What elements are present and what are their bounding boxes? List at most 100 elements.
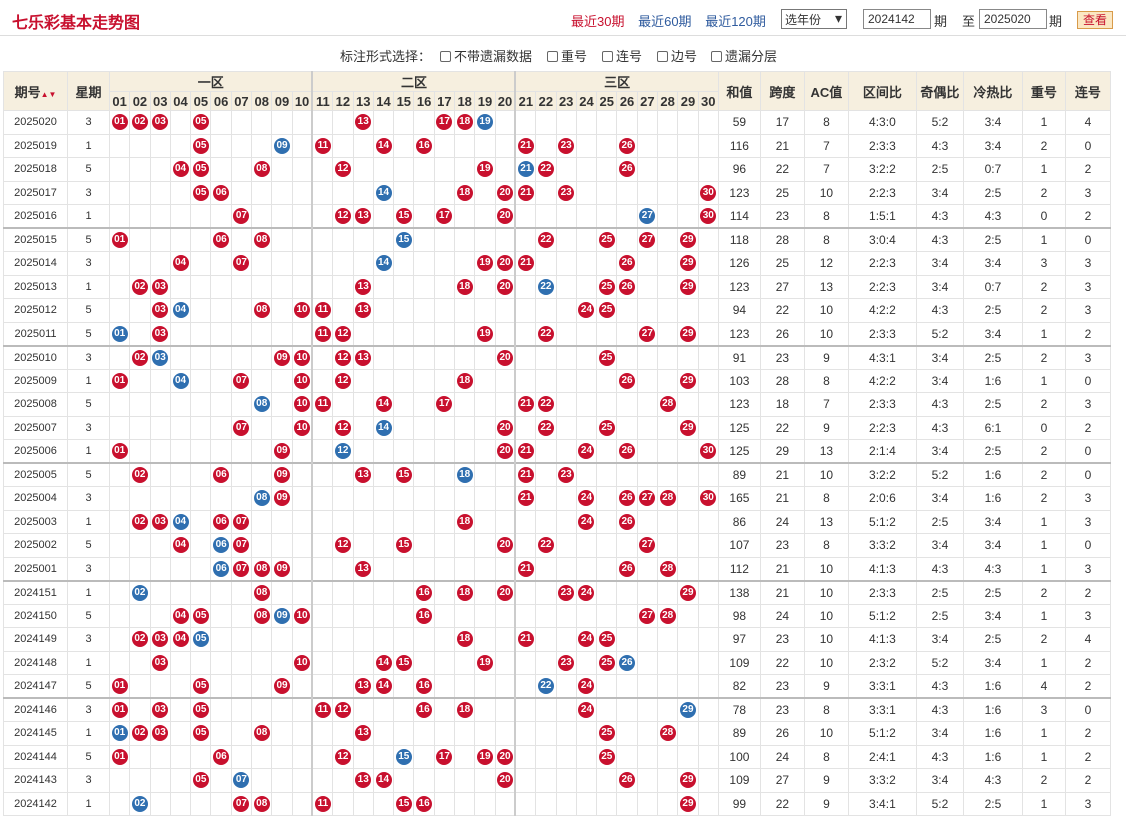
stat-value: 2: [1084, 420, 1092, 435]
checkbox-icon[interactable]: [440, 51, 451, 62]
drawn-ball: 03: [152, 278, 169, 295]
number-cell: [596, 768, 618, 793]
drawn-ball: 24: [578, 584, 595, 601]
stat-cell: 3: [1064, 486, 1111, 511]
number-cell: [129, 744, 151, 769]
checkbox-icon[interactable]: [602, 51, 613, 62]
number-cell: [352, 627, 374, 652]
drawn-ball: 05: [192, 114, 209, 131]
number-cell: [251, 697, 273, 722]
option-miss-layer[interactable]: 遗漏分层: [711, 46, 777, 65]
stat-cell: 2:4:1: [847, 744, 917, 769]
stat-value: 3:4: [931, 538, 949, 553]
stat-cell: 165: [717, 486, 761, 511]
period-30-link[interactable]: 最近30期: [571, 14, 624, 29]
period-120-link[interactable]: 最近120期: [705, 14, 766, 29]
table-row: 2024148 1 03 10 14 15 19 23 25 26 109 22 10 2:3:2 5:2 3…: [3, 650, 1111, 675]
number-cell: 22: [535, 533, 557, 558]
number-cell: [555, 110, 577, 135]
query-button[interactable]: 查看: [1077, 11, 1113, 29]
stat-cell: 3:4: [962, 509, 1023, 534]
checkbox-icon[interactable]: [547, 51, 558, 62]
stat-cell: 1: [1021, 721, 1066, 746]
option-consecutive[interactable]: 连号: [602, 46, 642, 65]
stat-value: 97: [732, 632, 747, 647]
number-cell: [352, 368, 374, 393]
checkbox-icon[interactable]: [711, 51, 722, 62]
stat-cell: 1: [1021, 744, 1066, 769]
drawn-ball: 07: [233, 208, 250, 224]
drawn-ball: 12: [334, 372, 351, 389]
number-cell: 07: [230, 768, 253, 793]
number-cell: 05: [190, 768, 212, 793]
number-cell: [108, 533, 131, 558]
drawn-ball: 27: [639, 232, 656, 248]
number-cell: [697, 415, 719, 440]
number-cell: 20: [494, 344, 516, 370]
option-edge[interactable]: 边号: [657, 46, 697, 65]
from-period-input[interactable]: 2024142: [863, 9, 931, 29]
number-cell: [210, 321, 232, 346]
stat-value: 3:4: [931, 632, 949, 647]
number-header: 04: [169, 91, 192, 111]
stat-cell: 13: [803, 274, 849, 299]
stat-value: 9: [823, 796, 830, 811]
number-cell: [413, 462, 435, 487]
drawn-ball: 12: [334, 702, 351, 718]
drawn-ball: 09: [274, 349, 291, 366]
period-60-link[interactable]: 最近60期: [638, 14, 691, 29]
number-cell: [433, 768, 456, 793]
year-select[interactable]: 选年份: [781, 9, 847, 29]
number-cell: 14: [372, 674, 395, 699]
number-cell: [169, 650, 192, 675]
number-cell: [575, 721, 598, 746]
number-cell: 18: [454, 110, 476, 135]
number-cell: [108, 603, 131, 628]
number-cell: [616, 462, 638, 487]
number-cell: [657, 674, 679, 699]
stat-cell: 1:6: [962, 486, 1023, 511]
drawn-ball: 26: [619, 513, 636, 530]
stat-value: 0: [1084, 233, 1092, 247]
number-cell: [291, 768, 313, 793]
number-cell: [210, 344, 232, 370]
stat-cell: 112: [717, 556, 761, 581]
to-period-input[interactable]: 2025020: [979, 9, 1047, 29]
number-cell: [372, 697, 395, 722]
option-no-miss[interactable]: 不带遗漏数据: [440, 46, 532, 65]
number-cell: [636, 133, 659, 158]
number-cell: [271, 204, 293, 229]
col-header-period[interactable]: 期号▲▼: [3, 71, 68, 111]
stat-cell: 9: [803, 415, 849, 440]
number-cell: 15: [393, 462, 415, 487]
stat-cell: 10: [803, 556, 849, 581]
number-cell: [372, 110, 395, 135]
drawn-ball: 28: [659, 607, 676, 624]
number-cell: [575, 344, 598, 370]
number-cell: [535, 603, 557, 628]
number-cell: [535, 768, 557, 793]
checkbox-icon[interactable]: [657, 51, 668, 62]
number-cell: [596, 603, 618, 628]
number-cell: [433, 627, 456, 652]
number-cell: [514, 509, 537, 534]
stat-cell: 9: [803, 791, 849, 816]
number-cell: 11: [311, 298, 334, 323]
drawn-ball: 25: [598, 302, 615, 319]
stat-cell: 4:3:0: [847, 110, 917, 135]
number-cell: [210, 204, 232, 229]
drawn-ball: 25: [598, 349, 615, 366]
number-cell: [251, 204, 273, 229]
number-cell: 20: [494, 274, 516, 299]
stat-cell: 2:2:3: [847, 415, 917, 440]
sort-icon[interactable]: ▲▼: [41, 90, 57, 99]
stat-cell: 4:3: [915, 133, 964, 158]
number-cell: [393, 415, 415, 440]
option-repeat[interactable]: 重号: [547, 46, 587, 65]
stat-cell: 1: [1021, 603, 1066, 628]
number-cell: 10: [291, 415, 313, 440]
stat-value: 165: [729, 491, 750, 506]
stat-value: 2: [1084, 679, 1092, 693]
drawn-ball: 15: [395, 537, 412, 554]
number-cell: [677, 157, 699, 182]
